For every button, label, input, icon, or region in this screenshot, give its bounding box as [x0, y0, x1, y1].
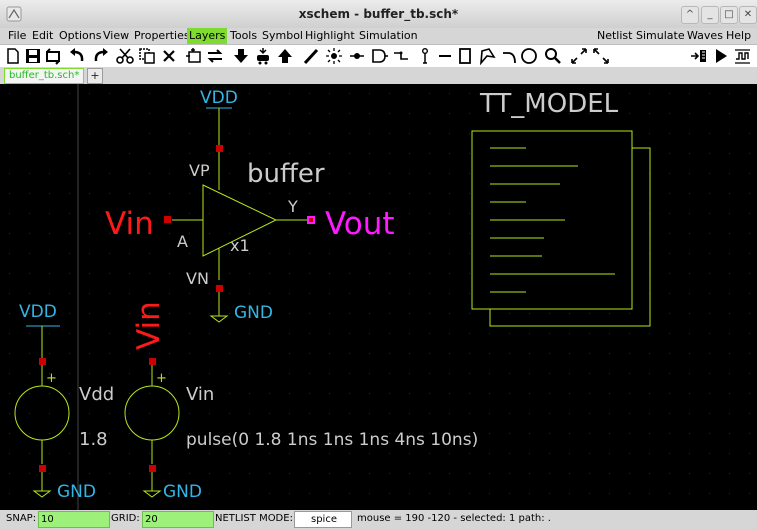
source-name-vin: Vin	[186, 384, 214, 405]
menu-properties[interactable]: Properties	[134, 28, 190, 44]
net-label-vin-rotated: Vin	[131, 301, 167, 350]
status-info: mouse = 190 -120 - selected: 1 path: .	[357, 513, 551, 524]
menu-layers[interactable]: Layers	[187, 28, 228, 44]
grid-label: GRID:	[111, 513, 140, 524]
redo-icon[interactable]	[92, 47, 110, 65]
tab-buffer-tb[interactable]: buffer_tb.sch*	[4, 68, 85, 84]
circle-icon[interactable]	[520, 47, 538, 65]
schematic-drawing[interactable]: VDD VP buffer Y Vin A x1 Vout VN GND TT_…	[0, 84, 757, 510]
pin-label-vn: VN	[186, 269, 209, 288]
snap-label: SNAP:	[6, 513, 37, 524]
chevron-up-icon: ^	[685, 9, 695, 20]
menu-options[interactable]: Options	[59, 28, 101, 44]
pin-vdd-src-m[interactable]	[39, 465, 46, 472]
gate-icon[interactable]	[370, 47, 388, 65]
highlight-icon[interactable]	[324, 47, 342, 65]
schematic-canvas[interactable]: VDD VP buffer Y Vin A x1 Vout VN GND TT_…	[0, 84, 757, 510]
net-label-gnd-vdd: GND	[57, 482, 96, 502]
arc-icon[interactable]	[500, 47, 518, 65]
pin-y-core	[309, 218, 313, 222]
rect-icon[interactable]	[456, 47, 474, 65]
menu-highlight[interactable]: Highlight	[305, 28, 355, 44]
net-label-vin: Vin	[105, 206, 154, 242]
wire-icon[interactable]	[302, 47, 320, 65]
pin-vn[interactable]	[216, 285, 223, 292]
fullscreen-icon[interactable]	[570, 47, 588, 65]
minimize-icon: _	[707, 9, 713, 20]
zoom-fit-icon[interactable]	[592, 47, 610, 65]
status-bar: SNAP: 10 GRID: 20 NETLIST MODE: spice mo…	[0, 510, 757, 529]
netlist-run-icon[interactable]	[690, 47, 708, 65]
netlist-icon[interactable]	[254, 47, 272, 65]
pin-label-y: Y	[287, 197, 298, 216]
maximize-button[interactable]: □	[720, 6, 738, 24]
plus-sign-vin: +	[156, 371, 167, 386]
grid-input[interactable]: 20	[142, 511, 214, 528]
symbol-name-buffer: buffer	[247, 159, 325, 189]
minimize-button[interactable]: _	[701, 6, 719, 24]
simulate-icon[interactable]	[712, 47, 730, 65]
net-label-gnd-buf: GND	[234, 303, 273, 323]
polygon-icon[interactable]	[478, 47, 496, 65]
title-bar: xschem - buffer_tb.sch* ^ _ □ ✕	[0, 0, 757, 29]
new-icon[interactable]	[4, 47, 22, 65]
menu-file[interactable]: File	[8, 28, 26, 44]
menu-simulate[interactable]: Simulate	[636, 28, 685, 44]
net-label-vdd-src: VDD	[19, 302, 57, 322]
netlist-mode-label: NETLIST MODE:	[215, 513, 293, 524]
source-name-vdd: Vdd	[79, 384, 114, 405]
copy-icon[interactable]	[138, 47, 156, 65]
zoom-icon[interactable]	[544, 47, 562, 65]
pop-icon[interactable]	[276, 47, 294, 65]
delete-icon[interactable]	[160, 47, 178, 65]
pin-label-a: A	[177, 232, 188, 251]
snap-input[interactable]: 10	[38, 511, 110, 528]
net-label-gnd-vin: GND	[163, 482, 202, 502]
line-icon[interactable]	[348, 47, 366, 65]
undo-icon[interactable]	[68, 47, 86, 65]
pin-icon[interactable]	[416, 47, 434, 65]
close-button[interactable]: ✕	[739, 6, 757, 24]
pin-vin-src-m[interactable]	[149, 465, 156, 472]
toolbar	[0, 44, 757, 68]
plus-sign-vdd: +	[46, 371, 57, 386]
menu-symbol[interactable]: Symbol	[262, 28, 303, 44]
cut-icon[interactable]	[116, 47, 134, 65]
push-icon[interactable]	[232, 47, 250, 65]
source-value-vdd: 1.8	[79, 429, 108, 450]
source-value-vin: pulse(0 1.8 1ns 1ns 1ns 4ns 10ns)	[186, 430, 478, 450]
net-label-vdd: VDD	[200, 88, 238, 108]
reload-icon[interactable]	[44, 47, 62, 65]
window-menu-button[interactable]: ^	[681, 6, 699, 24]
save-icon[interactable]	[24, 47, 42, 65]
pin-vp[interactable]	[216, 145, 223, 152]
dash-line-icon[interactable]	[436, 47, 454, 65]
xschem-window: xschem - buffer_tb.sch* ^ _ □ ✕ File Edi…	[0, 0, 757, 529]
menu-netlist[interactable]: Netlist	[597, 28, 632, 44]
instance-name-x1: x1	[230, 236, 250, 255]
menu-simulation[interactable]: Simulation	[359, 28, 418, 44]
menu-view[interactable]: View	[103, 28, 129, 44]
close-icon: ✕	[743, 9, 753, 20]
pin-vdd-src-p[interactable]	[39, 358, 46, 365]
window-title: xschem - buffer_tb.sch*	[298, 7, 459, 21]
add-tab-button[interactable]: +	[87, 68, 103, 84]
menu-edit[interactable]: Edit	[32, 28, 53, 44]
pin-a[interactable]	[164, 216, 171, 223]
tab-bar: buffer_tb.sch* +	[0, 67, 757, 84]
net-label-vout: Vout	[325, 206, 395, 242]
move-icon[interactable]	[206, 47, 224, 65]
pin-label-vp: VP	[189, 161, 210, 180]
tt-model-title: TT_MODEL	[479, 89, 619, 119]
netlist-mode-value[interactable]: spice	[294, 511, 352, 528]
bus-icon[interactable]	[392, 47, 410, 65]
maximize-icon: □	[724, 9, 734, 20]
menu-bar: File Edit Options View Properties Layers…	[0, 28, 757, 44]
menu-waves[interactable]: Waves	[687, 28, 723, 44]
waves-icon[interactable]	[734, 47, 752, 65]
pin-vin-src-p[interactable]	[149, 358, 156, 365]
insert-symbol-icon[interactable]	[184, 47, 202, 65]
menu-help[interactable]: Help	[726, 28, 751, 44]
menu-tools[interactable]: Tools	[230, 28, 257, 44]
